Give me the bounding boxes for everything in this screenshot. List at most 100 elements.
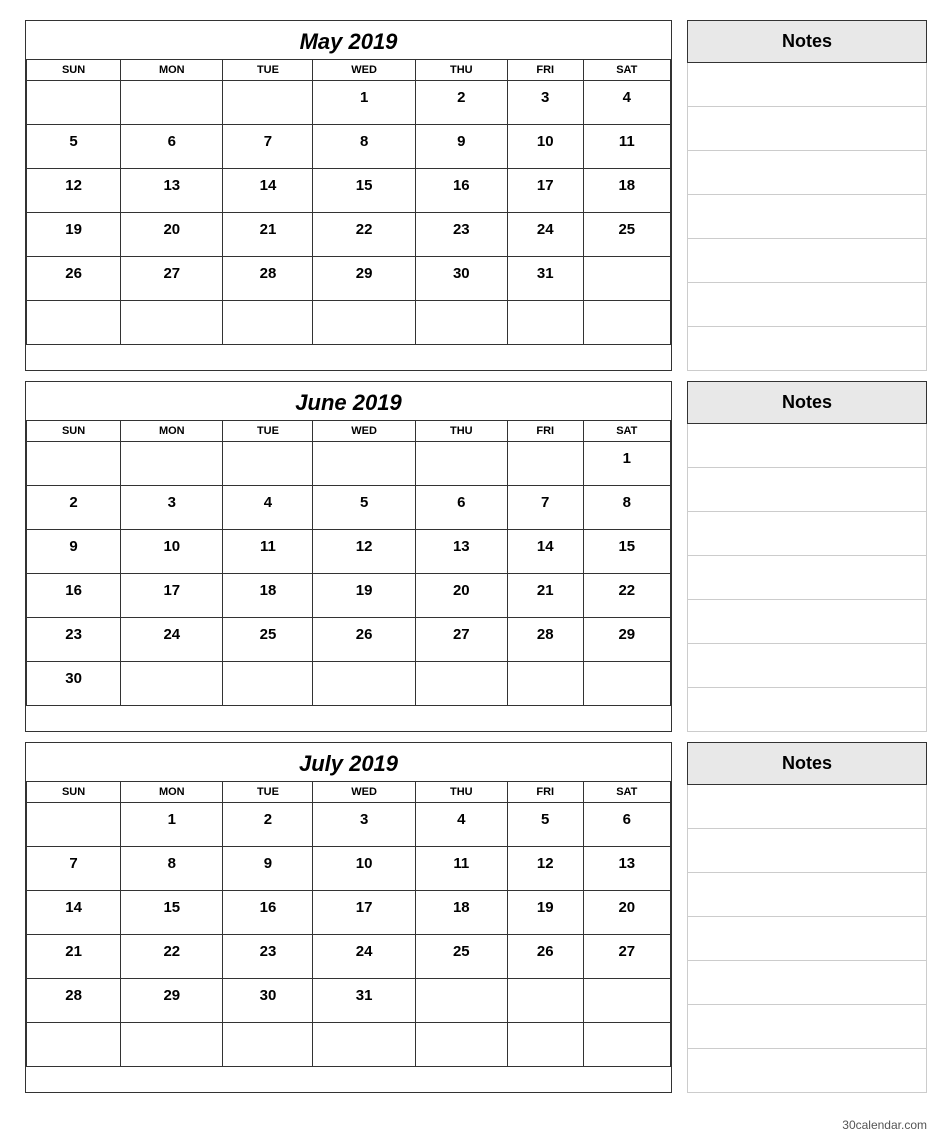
calendar-day-cell[interactable]: 6 <box>415 486 507 530</box>
calendar-day-cell[interactable]: 20 <box>583 891 670 935</box>
notes-line[interactable] <box>687 917 927 961</box>
calendar-day-cell[interactable] <box>415 662 507 706</box>
calendar-day-cell[interactable]: 10 <box>313 847 415 891</box>
calendar-day-cell[interactable]: 8 <box>583 486 670 530</box>
calendar-day-cell[interactable] <box>223 662 313 706</box>
calendar-day-cell[interactable]: 2 <box>27 486 121 530</box>
calendar-day-cell[interactable] <box>415 1023 507 1067</box>
calendar-day-cell[interactable]: 29 <box>583 618 670 662</box>
calendar-day-cell[interactable]: 24 <box>507 213 583 257</box>
calendar-day-cell[interactable]: 22 <box>121 935 223 979</box>
calendar-day-cell[interactable]: 4 <box>415 803 507 847</box>
calendar-day-cell[interactable]: 15 <box>583 530 670 574</box>
calendar-day-cell[interactable]: 9 <box>415 125 507 169</box>
notes-line[interactable] <box>687 424 927 468</box>
calendar-day-cell[interactable]: 23 <box>27 618 121 662</box>
calendar-day-cell[interactable] <box>507 662 583 706</box>
calendar-day-cell[interactable]: 16 <box>223 891 313 935</box>
calendar-day-cell[interactable] <box>223 81 313 125</box>
calendar-day-cell[interactable]: 2 <box>415 81 507 125</box>
calendar-day-cell[interactable] <box>223 1023 313 1067</box>
calendar-day-cell[interactable]: 14 <box>27 891 121 935</box>
calendar-day-cell[interactable]: 23 <box>223 935 313 979</box>
calendar-day-cell[interactable] <box>415 442 507 486</box>
notes-line[interactable] <box>687 644 927 688</box>
calendar-day-cell[interactable]: 11 <box>223 530 313 574</box>
calendar-day-cell[interactable] <box>415 979 507 1023</box>
notes-line[interactable] <box>687 785 927 829</box>
calendar-day-cell[interactable] <box>27 442 121 486</box>
calendar-day-cell[interactable] <box>507 1023 583 1067</box>
calendar-day-cell[interactable] <box>121 1023 223 1067</box>
calendar-day-cell[interactable] <box>121 81 223 125</box>
calendar-day-cell[interactable]: 12 <box>507 847 583 891</box>
calendar-day-cell[interactable]: 26 <box>313 618 415 662</box>
calendar-day-cell[interactable]: 11 <box>583 125 670 169</box>
calendar-day-cell[interactable] <box>27 301 121 345</box>
notes-line[interactable] <box>687 327 927 371</box>
calendar-day-cell[interactable]: 26 <box>27 257 121 301</box>
calendar-day-cell[interactable]: 21 <box>223 213 313 257</box>
calendar-day-cell[interactable]: 27 <box>583 935 670 979</box>
calendar-day-cell[interactable] <box>313 442 415 486</box>
calendar-day-cell[interactable]: 8 <box>121 847 223 891</box>
calendar-day-cell[interactable] <box>121 442 223 486</box>
calendar-day-cell[interactable]: 17 <box>313 891 415 935</box>
notes-line[interactable] <box>687 688 927 732</box>
notes-line[interactable] <box>687 1005 927 1049</box>
calendar-day-cell[interactable]: 14 <box>223 169 313 213</box>
calendar-day-cell[interactable]: 3 <box>121 486 223 530</box>
calendar-day-cell[interactable] <box>583 1023 670 1067</box>
calendar-day-cell[interactable] <box>583 301 670 345</box>
calendar-day-cell[interactable]: 20 <box>415 574 507 618</box>
calendar-day-cell[interactable]: 3 <box>313 803 415 847</box>
calendar-day-cell[interactable]: 11 <box>415 847 507 891</box>
calendar-day-cell[interactable]: 30 <box>27 662 121 706</box>
calendar-day-cell[interactable]: 19 <box>27 213 121 257</box>
calendar-day-cell[interactable]: 22 <box>313 213 415 257</box>
calendar-day-cell[interactable]: 28 <box>507 618 583 662</box>
notes-line[interactable] <box>687 873 927 917</box>
calendar-day-cell[interactable]: 27 <box>121 257 223 301</box>
calendar-day-cell[interactable]: 19 <box>507 891 583 935</box>
calendar-day-cell[interactable] <box>583 257 670 301</box>
calendar-day-cell[interactable]: 17 <box>121 574 223 618</box>
calendar-day-cell[interactable]: 28 <box>27 979 121 1023</box>
calendar-day-cell[interactable]: 7 <box>223 125 313 169</box>
calendar-day-cell[interactable] <box>583 979 670 1023</box>
calendar-day-cell[interactable]: 21 <box>27 935 121 979</box>
notes-line[interactable] <box>687 556 927 600</box>
calendar-day-cell[interactable]: 4 <box>583 81 670 125</box>
calendar-day-cell[interactable]: 1 <box>583 442 670 486</box>
notes-line[interactable] <box>687 512 927 556</box>
calendar-day-cell[interactable]: 25 <box>583 213 670 257</box>
notes-line[interactable] <box>687 283 927 327</box>
calendar-day-cell[interactable]: 19 <box>313 574 415 618</box>
notes-line[interactable] <box>687 1049 927 1093</box>
calendar-day-cell[interactable]: 3 <box>507 81 583 125</box>
calendar-day-cell[interactable]: 18 <box>415 891 507 935</box>
notes-line[interactable] <box>687 600 927 644</box>
calendar-day-cell[interactable]: 13 <box>415 530 507 574</box>
calendar-day-cell[interactable]: 18 <box>223 574 313 618</box>
calendar-day-cell[interactable]: 13 <box>121 169 223 213</box>
calendar-day-cell[interactable]: 18 <box>583 169 670 213</box>
calendar-day-cell[interactable] <box>27 1023 121 1067</box>
calendar-day-cell[interactable]: 20 <box>121 213 223 257</box>
notes-line[interactable] <box>687 151 927 195</box>
calendar-day-cell[interactable] <box>121 662 223 706</box>
calendar-day-cell[interactable]: 5 <box>313 486 415 530</box>
calendar-day-cell[interactable]: 4 <box>223 486 313 530</box>
calendar-day-cell[interactable]: 10 <box>121 530 223 574</box>
calendar-day-cell[interactable]: 1 <box>121 803 223 847</box>
calendar-day-cell[interactable]: 17 <box>507 169 583 213</box>
calendar-day-cell[interactable] <box>223 442 313 486</box>
calendar-day-cell[interactable]: 25 <box>223 618 313 662</box>
calendar-day-cell[interactable]: 13 <box>583 847 670 891</box>
calendar-day-cell[interactable]: 6 <box>583 803 670 847</box>
calendar-day-cell[interactable]: 5 <box>27 125 121 169</box>
calendar-day-cell[interactable] <box>27 81 121 125</box>
calendar-day-cell[interactable]: 12 <box>313 530 415 574</box>
calendar-day-cell[interactable]: 26 <box>507 935 583 979</box>
calendar-day-cell[interactable]: 15 <box>121 891 223 935</box>
